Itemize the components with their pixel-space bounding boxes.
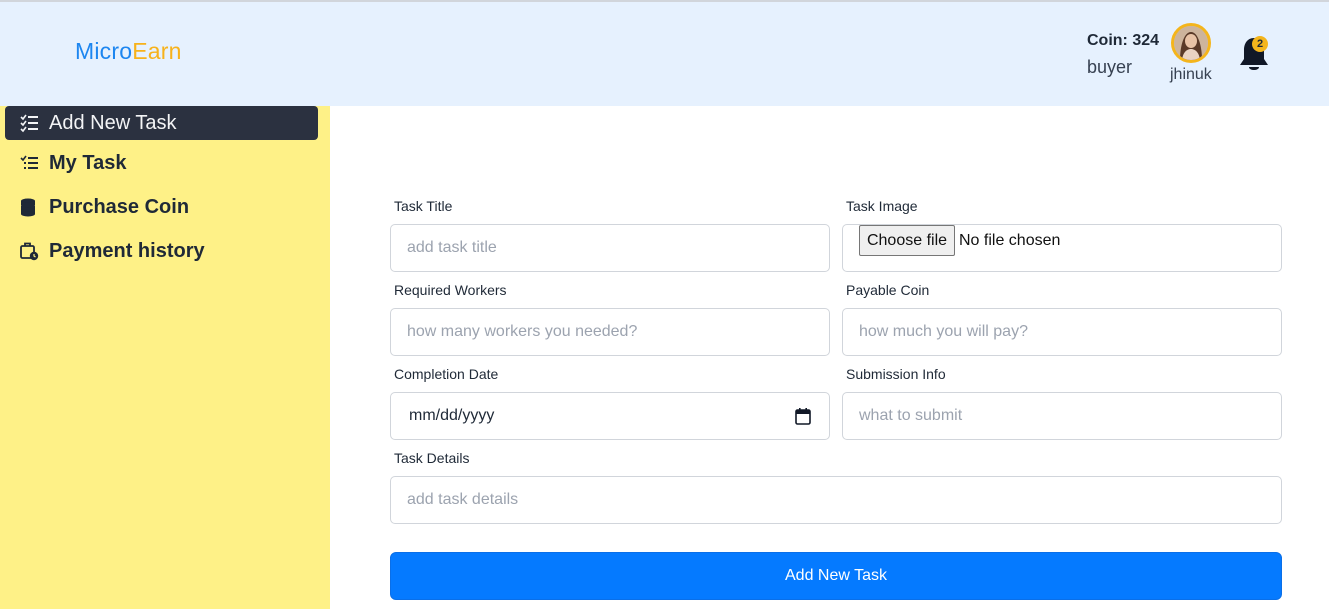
username: jhinuk xyxy=(1170,66,1212,83)
task-list-icon xyxy=(17,151,41,175)
completion-date-label: Completion Date xyxy=(394,366,499,382)
calendar-icon[interactable] xyxy=(795,407,811,425)
payable-coin-input[interactable] xyxy=(842,308,1282,356)
file-status: No file chosen xyxy=(959,232,1061,249)
sidebar: Add New Task My Task Purchase Coin Payme… xyxy=(0,106,330,609)
coin-balance: Coin: 324 xyxy=(1087,32,1160,49)
user-avatar[interactable] xyxy=(1171,23,1211,63)
task-title-label: Task Title xyxy=(394,198,453,214)
date-format-text: mm/dd/yyyy xyxy=(409,407,495,424)
brand-logo[interactable]: MicroEarn xyxy=(75,38,182,65)
user-role: buyer xyxy=(1087,57,1133,77)
brand-logo-part2: Earn xyxy=(132,38,182,64)
sidebar-item-label: Add New Task xyxy=(49,111,177,134)
sidebar-item-label: Payment history xyxy=(49,239,205,262)
task-image-label: Task Image xyxy=(846,198,918,214)
sidebar-item-payment-history[interactable]: Payment history xyxy=(5,234,318,268)
notification-badge: 2 xyxy=(1252,36,1268,52)
sidebar-item-my-task[interactable]: My Task xyxy=(5,146,318,180)
sidebar-item-label: Purchase Coin xyxy=(49,195,190,218)
required-workers-input[interactable] xyxy=(390,308,830,356)
sidebar-item-purchase-coin[interactable]: Purchase Coin xyxy=(5,190,318,224)
choose-file-button[interactable]: Choose file xyxy=(859,225,955,256)
completion-date-input[interactable]: mm/dd/yyyy xyxy=(390,392,830,440)
brand-logo-part1: Micro xyxy=(75,38,133,64)
task-title-input[interactable] xyxy=(390,224,830,272)
main-content xyxy=(330,106,1329,609)
task-details-input[interactable] xyxy=(390,476,1282,524)
submission-info-label: Submission Info xyxy=(846,366,946,382)
task-image-field[interactable]: Choose file No file chosen xyxy=(842,224,1282,272)
payable-coin-label: Payable Coin xyxy=(846,282,930,298)
avatar-image xyxy=(1174,26,1208,60)
sidebar-item-label: My Task xyxy=(49,151,127,174)
top-header: MicroEarn Coin: 324 buyer jhinuk xyxy=(0,2,1329,106)
sidebar-item-add-new-task[interactable]: Add New Task xyxy=(5,106,318,140)
submission-info-input[interactable] xyxy=(842,392,1282,440)
required-workers-label: Required Workers xyxy=(394,282,507,298)
briefcase-clock-icon xyxy=(17,239,41,263)
checklist-icon xyxy=(17,111,41,135)
task-details-label: Task Details xyxy=(394,450,470,466)
add-new-task-button[interactable]: Add New Task xyxy=(390,552,1282,600)
coins-icon xyxy=(17,195,41,219)
